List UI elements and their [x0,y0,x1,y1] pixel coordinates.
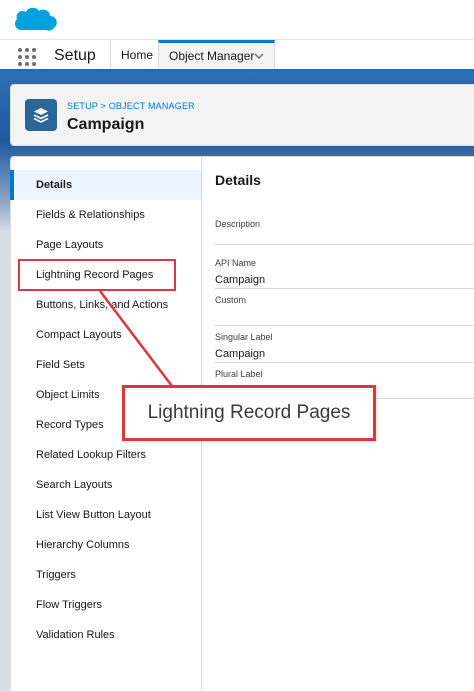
annotation-callout: Lightning Record Pages [122,385,376,441]
annotation-callout-text: Lightning Record Pages [147,402,351,423]
callout-connector-line [99,290,173,387]
highlight-box [18,259,176,291]
